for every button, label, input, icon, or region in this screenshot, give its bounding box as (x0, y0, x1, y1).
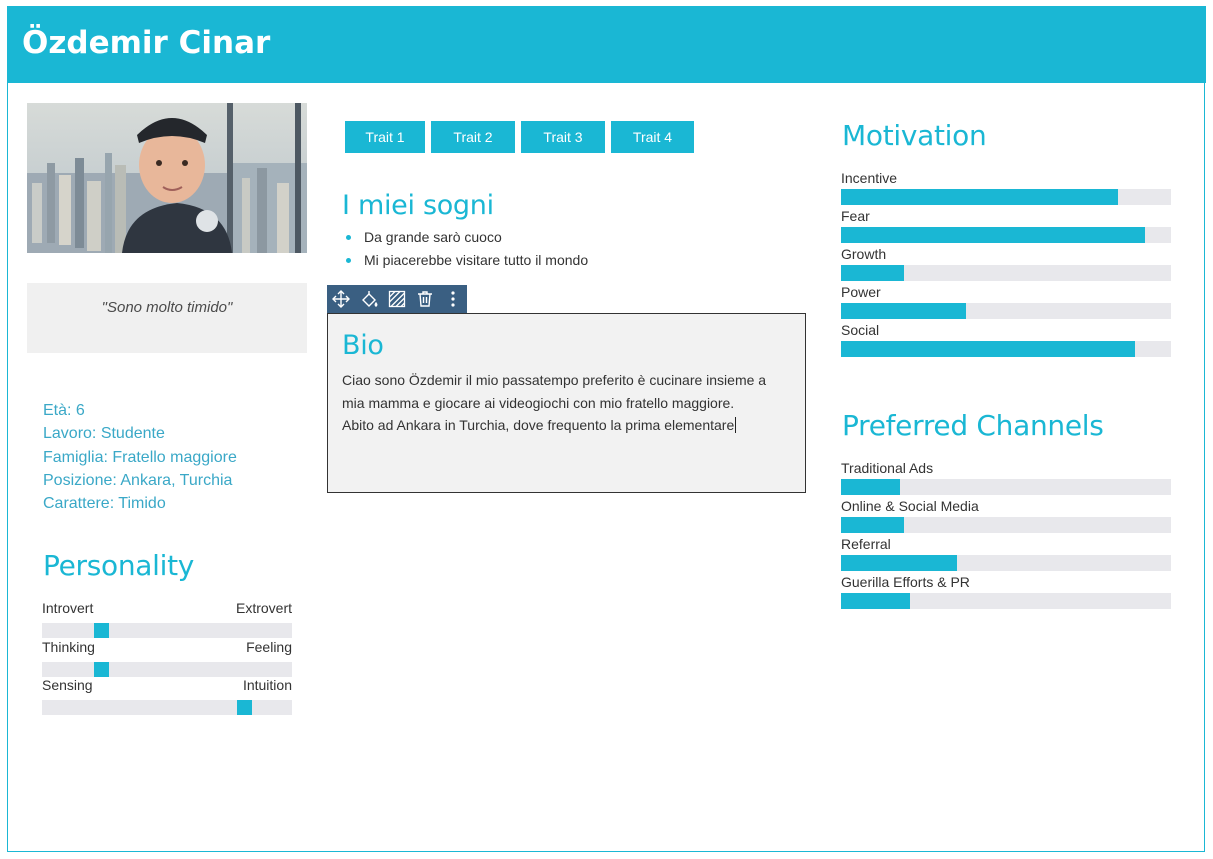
header-bar: Özdemir Cinar (7, 6, 1206, 83)
bar-label: Online & Social Media (841, 498, 979, 514)
pers-right-label: Feeling (246, 639, 292, 655)
trait-button-2[interactable]: Trait 2 (431, 121, 515, 153)
bar-label: Power (841, 284, 881, 300)
pers-left-label: Thinking (42, 639, 95, 655)
pers-left-label: Sensing (42, 677, 93, 693)
profile-photo[interactable] (27, 103, 307, 253)
pers-right-label: Intuition (242, 677, 292, 693)
bar-track (841, 227, 1171, 243)
bar-fill (841, 265, 904, 281)
motivation-title[interactable]: Motivation (842, 119, 987, 152)
motivation-row: Social (841, 322, 1171, 360)
bar-track (841, 189, 1171, 205)
quote-text: "Sono molto timido" (101, 299, 233, 316)
pers-knob[interactable] (94, 662, 109, 677)
persona-name[interactable]: Özdemir Cinar (22, 25, 270, 61)
fact-character: Carattere: Timido (43, 495, 166, 513)
bio-paragraph: Abito ad Ankara in Turchia, dove frequen… (342, 417, 735, 433)
bio-text[interactable]: Ciao sono Özdemir il mio passatempo pref… (342, 369, 792, 437)
personality-slider[interactable]: Introvert Extrovert (42, 600, 292, 638)
fact-job: Lavoro: Studente (43, 425, 165, 443)
more-vertical-icon[interactable] (439, 285, 467, 313)
move-icon[interactable] (327, 285, 355, 313)
bar-fill (841, 555, 957, 571)
bar-track (841, 555, 1171, 571)
pers-right-label: Extrovert (235, 600, 292, 616)
bar-track (841, 303, 1171, 319)
personality-slider[interactable]: Sensing Intuition (42, 677, 292, 715)
fill-color-icon[interactable] (355, 285, 383, 313)
trait-button-1[interactable]: Trait 1 (345, 121, 425, 153)
pers-track (42, 623, 292, 638)
bar-fill (841, 189, 1119, 205)
bar-label: Referral (841, 536, 891, 552)
bar-track (841, 517, 1171, 533)
bio-paragraph: Ciao sono Özdemir il mio passatempo pref… (342, 372, 767, 411)
fact-age: Età: 6 (43, 402, 85, 419)
channels-title[interactable]: Preferred Channels (842, 409, 1104, 442)
trait-button-4[interactable]: Trait 4 (611, 121, 694, 153)
bar-fill (841, 227, 1145, 243)
motivation-row: Incentive (841, 170, 1171, 208)
channel-row: Guerilla Efforts & PR (841, 574, 1171, 612)
bar-fill (841, 341, 1135, 357)
pers-track (42, 700, 292, 715)
bar-track (841, 265, 1171, 281)
bar-track (841, 479, 1171, 495)
bar-fill (841, 593, 911, 609)
personality-slider[interactable]: Thinking Feeling (42, 639, 292, 677)
motivation-row: Growth (841, 246, 1171, 284)
fact-location: Posizione: Ankara, Turchia (43, 471, 233, 489)
dream-item: Da grande sarò cuoco (345, 229, 588, 252)
trash-icon[interactable] (411, 285, 439, 313)
motivation-row: Fear (841, 208, 1171, 246)
bar-fill (841, 517, 904, 533)
element-toolbar (327, 285, 467, 313)
quote-panel[interactable]: "Sono molto timido" (27, 283, 307, 353)
bar-label: Fear (841, 208, 870, 224)
bar-label: Traditional Ads (841, 460, 934, 476)
dream-item: Mi piacerebbe visitare tutto il mondo (345, 252, 588, 275)
bar-track (841, 341, 1171, 357)
channel-row: Referral (841, 536, 1171, 574)
pattern-icon[interactable] (383, 285, 411, 313)
dreams-list[interactable]: Da grande sarò cuoco Mi piacerebbe visit… (345, 229, 588, 275)
trait-buttons: Trait 1 Trait 2 Trait 3 Trait 4 (345, 121, 700, 153)
bar-label: Growth (841, 246, 887, 262)
pers-knob[interactable] (94, 623, 109, 638)
motivation-bars[interactable]: Incentive Fear Growth Power Social (841, 170, 1171, 360)
bar-fill (841, 303, 967, 319)
bar-label: Guerilla Efforts & PR (841, 574, 970, 590)
channel-row: Traditional Ads (841, 460, 1171, 498)
bar-label: Social (841, 322, 880, 338)
pers-knob[interactable] (237, 700, 252, 715)
pers-track (42, 662, 292, 677)
channel-row: Online & Social Media (841, 498, 1171, 536)
dreams-title[interactable]: I miei sogni (342, 190, 494, 221)
text-cursor (735, 417, 737, 433)
trait-button-3[interactable]: Trait 3 (521, 121, 605, 153)
bar-track (841, 593, 1171, 609)
facts-list[interactable]: Età: 6 Lavoro: Studente Famiglia: Fratel… (43, 399, 237, 515)
bar-fill (841, 479, 901, 495)
motivation-row: Power (841, 284, 1171, 322)
personality-title[interactable]: Personality (43, 549, 194, 582)
pers-left-label: Introvert (42, 600, 94, 616)
channel-bars[interactable]: Traditional Ads Online & Social Media Re… (841, 460, 1171, 612)
fact-family: Famiglia: Fratello maggiore (43, 448, 237, 466)
photo-illustration (27, 103, 307, 253)
bar-label: Incentive (841, 170, 898, 186)
bio-title[interactable]: Bio (342, 330, 384, 361)
